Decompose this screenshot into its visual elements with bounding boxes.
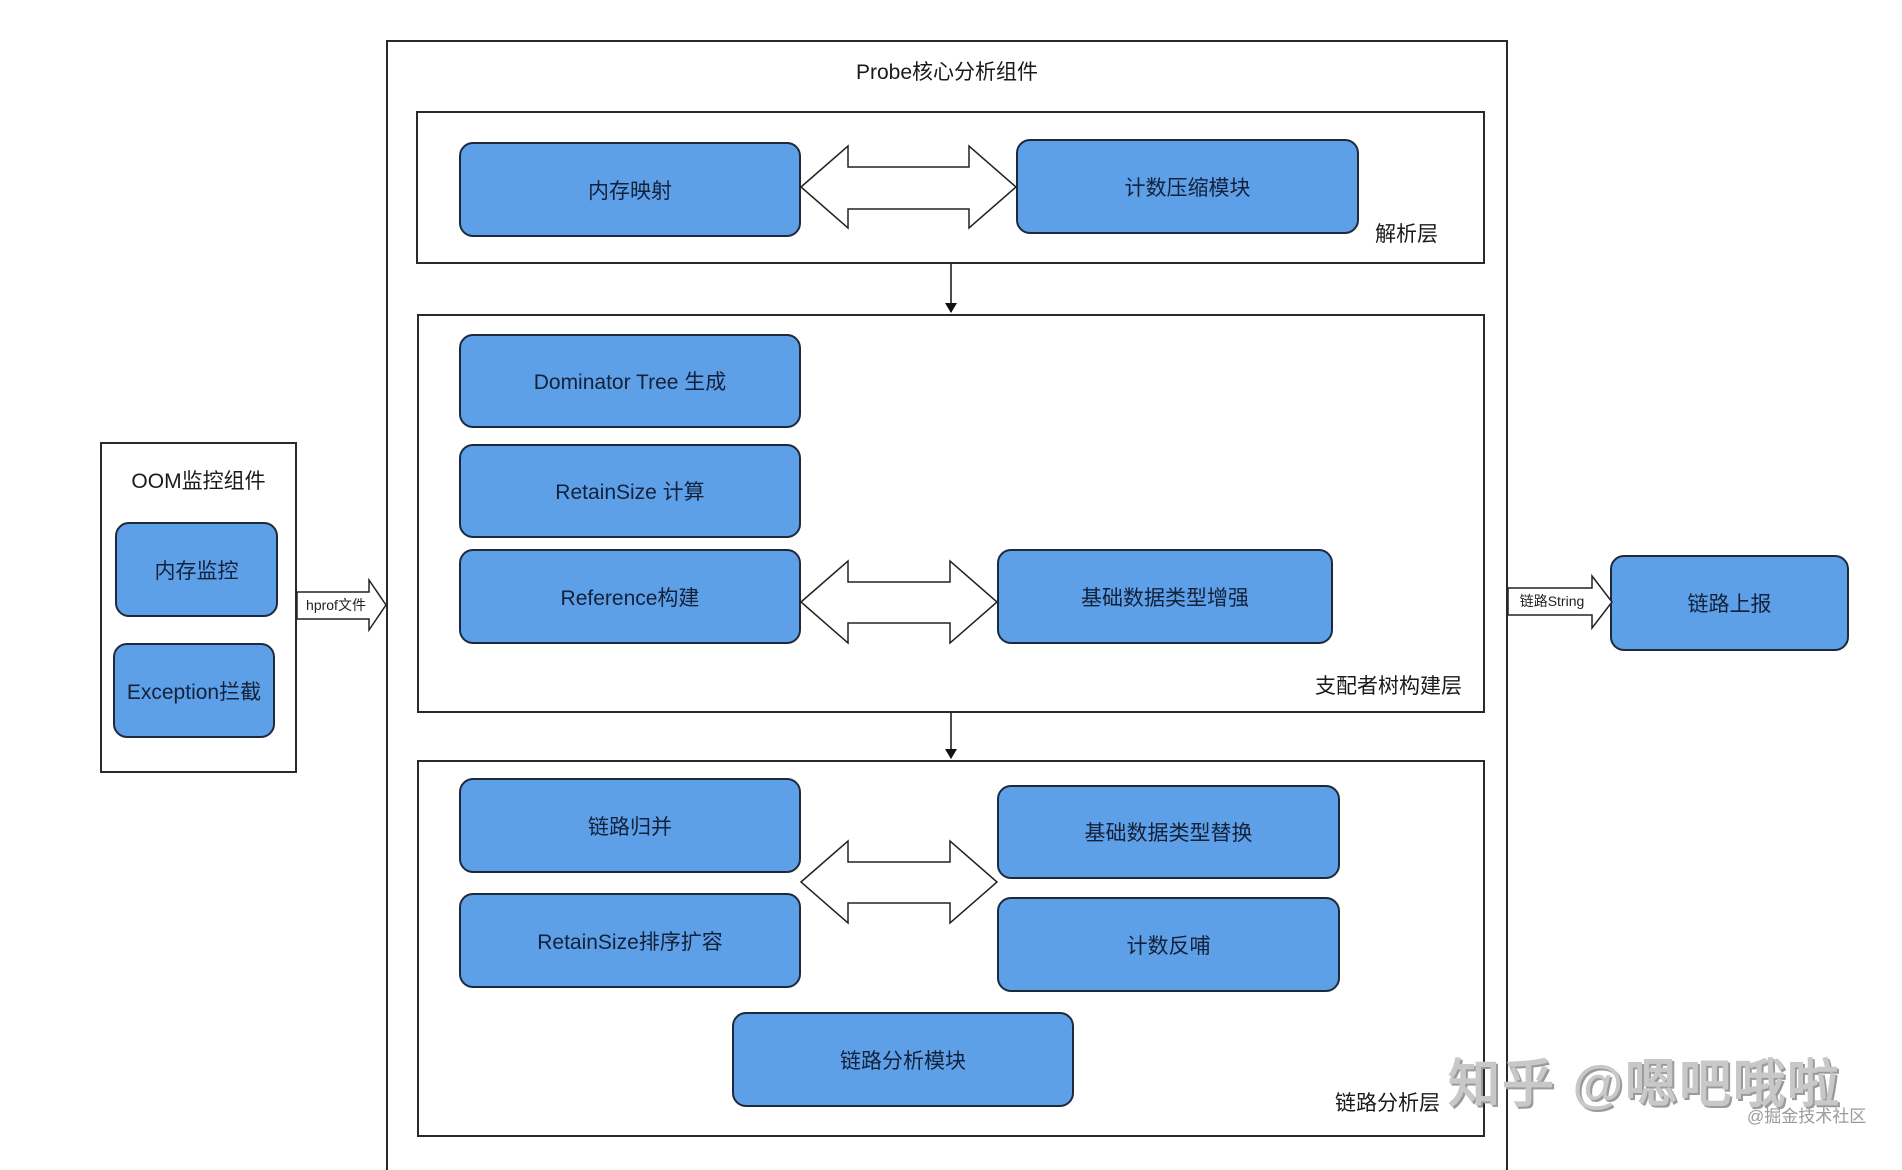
primitive-type-enhance-module[interactable]: 基础数据类型增强 xyxy=(997,549,1333,644)
exception-intercept-module[interactable]: Exception拦截 xyxy=(113,643,275,738)
count-compression-module[interactable]: 计数压缩模块 xyxy=(1016,139,1359,234)
memory-mapping-module[interactable]: 内存映射 xyxy=(459,142,801,237)
memory-monitor-module[interactable]: 内存监控 xyxy=(115,522,278,617)
chain-merge-module[interactable]: 链路归并 xyxy=(459,778,801,873)
chain-analysis-module[interactable]: 链路分析模块 xyxy=(732,1012,1074,1107)
probe-core-title: Probe核心分析组件 xyxy=(855,61,1039,84)
dominator-tree-generate-module[interactable]: Dominator Tree 生成 xyxy=(459,334,801,428)
oom-monitor-title: OOM监控组件 xyxy=(131,470,266,493)
primitive-type-replace-module[interactable]: 基础数据类型替换 xyxy=(997,785,1340,879)
count-feedback-module[interactable]: 计数反哺 xyxy=(997,897,1340,992)
chain-analysis-layer-label: 链路分析层 xyxy=(1335,1092,1440,1115)
reference-build-module[interactable]: Reference构建 xyxy=(459,549,801,644)
retainsize-compute-module[interactable]: RetainSize 计算 xyxy=(459,444,801,538)
chain-report-module[interactable]: 链路上报 xyxy=(1610,555,1849,651)
retainsize-sort-expand-module[interactable]: RetainSize排序扩容 xyxy=(459,893,801,988)
dominator-tree-layer-label: 支配者树构建层 xyxy=(1315,675,1462,698)
parse-layer-label: 解析层 xyxy=(1375,223,1438,246)
juejin-watermark: @掘金技术社区 xyxy=(1747,1107,1867,1126)
chain-string-flow-label: 链路String xyxy=(1519,593,1585,609)
hprof-flow-label: hprof文件 xyxy=(306,597,366,613)
